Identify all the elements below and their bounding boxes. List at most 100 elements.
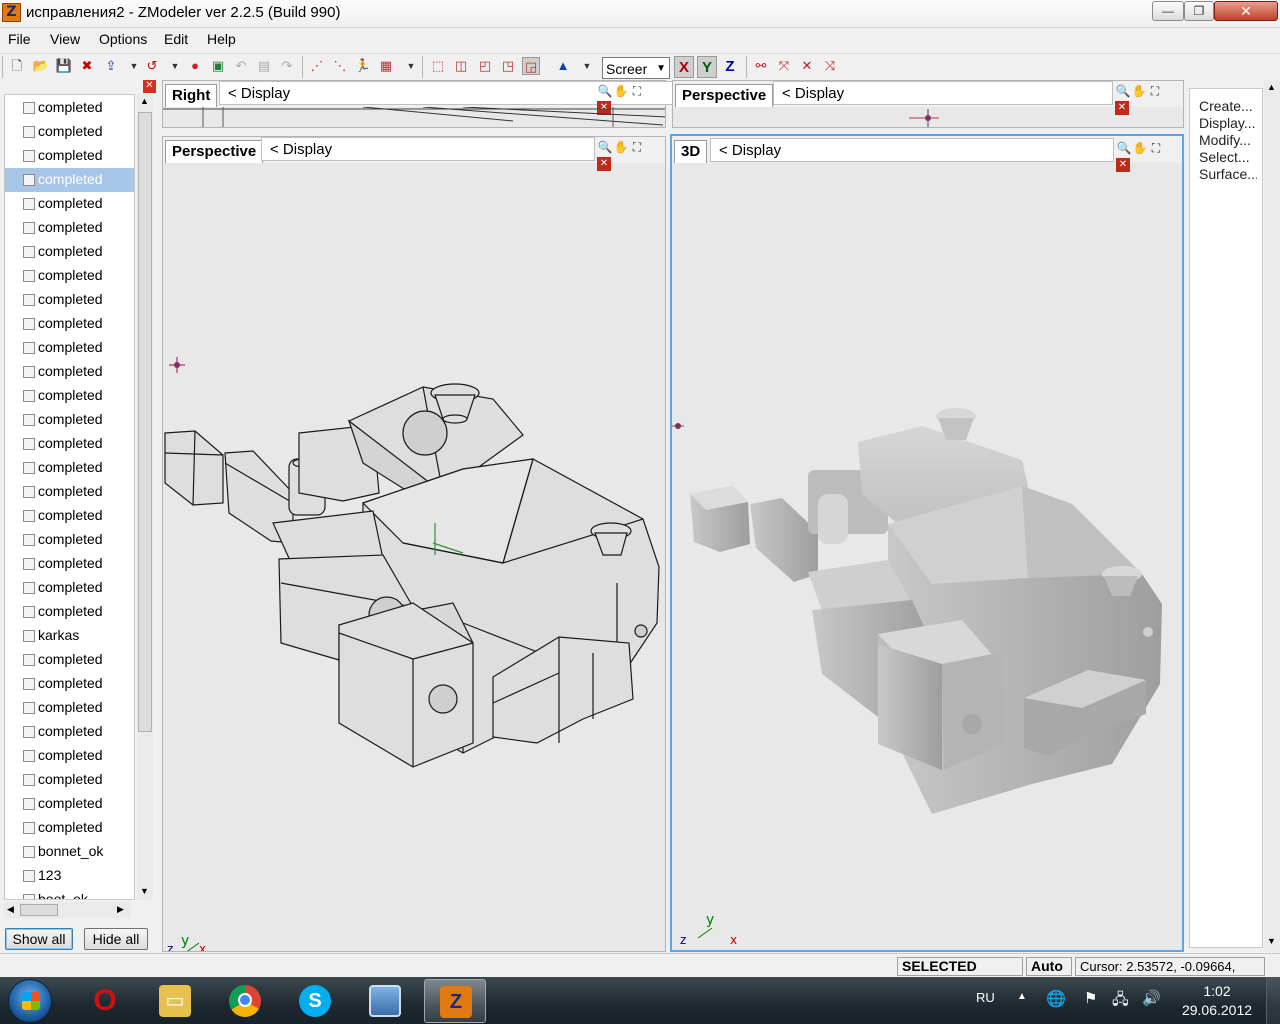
viewport-name[interactable]: 3D [674, 140, 708, 163]
dropdown-arrow-icon[interactable]: ▼ [402, 57, 420, 75]
taskbar-opera[interactable]: O [74, 979, 136, 1023]
visibility-checkbox[interactable] [23, 486, 35, 498]
visibility-checkbox[interactable] [23, 414, 35, 426]
selected-mode-icon[interactable]: ◲ [522, 57, 540, 75]
scroll-thumb[interactable] [20, 904, 58, 916]
object-list-item[interactable]: completed [5, 360, 134, 384]
show-desktop-button[interactable] [1266, 977, 1280, 1024]
object-list-item[interactable]: completed [5, 384, 134, 408]
object-list-item[interactable]: completed [5, 96, 134, 120]
taskbar-zmodeler[interactable]: Z [424, 979, 486, 1023]
viewport-perspective[interactable]: Perspective < Display 🔍✋ ⛶✕ y z x [162, 136, 666, 952]
object-list-item[interactable]: boot_ok [5, 888, 134, 899]
language-indicator[interactable]: RU [976, 990, 995, 1005]
visibility-checkbox[interactable] [23, 750, 35, 762]
visibility-checkbox[interactable] [23, 438, 35, 450]
object-list-item[interactable]: completed [5, 480, 134, 504]
menu-edit[interactable]: Edit [164, 31, 188, 47]
scroll-down-icon[interactable]: ▼ [140, 886, 149, 896]
visibility-checkbox[interactable] [23, 198, 35, 210]
zoom-icon[interactable]: 🔍 [1116, 141, 1132, 155]
viewport-perspective-top[interactable]: Perspective < Display 🔍✋ ⛶✕ [672, 80, 1184, 128]
taskbar-chrome[interactable] [214, 979, 276, 1023]
pan-hand-icon[interactable]: ✋ [613, 84, 629, 98]
visibility-checkbox[interactable] [23, 606, 35, 618]
pan-hand-icon[interactable]: ✋ [1131, 84, 1147, 98]
visibility-checkbox[interactable] [23, 582, 35, 594]
command-select[interactable]: Select... [1199, 149, 1257, 165]
menu-view[interactable]: View [50, 31, 80, 47]
viewport-canvas[interactable]: y z x [672, 164, 1182, 950]
dropdown-arrow-icon[interactable]: ▼ [578, 57, 596, 75]
display-dropdown[interactable]: < Display [710, 138, 1114, 162]
attach-icon[interactable]: ⚯ [752, 57, 770, 75]
cone-primitive-icon[interactable]: ▲ [554, 57, 572, 75]
record-icon[interactable]: ● [186, 57, 204, 75]
axis-y-toggle[interactable]: Y [697, 56, 717, 78]
command-create[interactable]: Create... [1199, 98, 1257, 114]
zoom-icon[interactable]: 🔍 [597, 84, 613, 98]
vertex-mode-icon[interactable]: ⬚ [429, 57, 447, 75]
hide-all-button[interactable]: Hide all [84, 928, 148, 950]
zoom-icon[interactable]: 🔍 [597, 140, 613, 154]
object-list-item[interactable]: completed [5, 240, 134, 264]
menu-help[interactable]: Help [207, 31, 236, 47]
visibility-checkbox[interactable] [23, 510, 35, 522]
viewport-right[interactable]: Right < Display 🔍✋ ⛶✕ [162, 80, 753, 128]
zmodeler-app-icon[interactable]: Z [2, 3, 21, 22]
dropdown-arrow-icon[interactable]: ▼ [166, 57, 184, 75]
visibility-checkbox[interactable] [23, 654, 35, 666]
object-list-item[interactable]: completed [5, 528, 134, 552]
command-panel-scrollbar[interactable]: ▲ ▼ [1264, 80, 1280, 952]
action-center-flag-icon[interactable]: ⚑ [1084, 989, 1097, 1007]
pan-hand-icon[interactable]: ✋ [1132, 141, 1148, 155]
object-list-item[interactable]: completed [5, 120, 134, 144]
undo-icon[interactable]: ↺ [143, 57, 161, 75]
visibility-checkbox[interactable] [23, 174, 35, 186]
face-mode-icon[interactable]: ◰ [476, 57, 494, 75]
object-list-item[interactable]: completed [5, 288, 134, 312]
taskbar-explorer[interactable]: ▭ [144, 979, 206, 1023]
visibility-checkbox[interactable] [23, 678, 35, 690]
viewport-name[interactable]: Perspective [165, 140, 264, 163]
close-window-button[interactable]: ✕ [1214, 1, 1278, 21]
object-list-item[interactable]: completed [5, 312, 134, 336]
display-dropdown[interactable]: < Display [773, 81, 1113, 105]
visibility-checkbox[interactable] [23, 462, 35, 474]
object-mode-icon[interactable]: ◳ [499, 57, 517, 75]
command-display[interactable]: Display... [1199, 115, 1257, 131]
auto-status[interactable]: Auto [1026, 957, 1072, 976]
visibility-checkbox[interactable] [23, 558, 35, 570]
visibility-checkbox[interactable] [23, 702, 35, 714]
display-dropdown[interactable]: < Display [261, 137, 595, 161]
maximize-viewport-icon[interactable]: ⛶ [629, 84, 645, 99]
visibility-checkbox[interactable] [23, 150, 35, 162]
show-all-button[interactable]: Show all [5, 928, 73, 950]
object-list-item[interactable]: completed [5, 408, 134, 432]
volume-icon[interactable]: 🔊 [1142, 989, 1161, 1007]
object-list-item[interactable]: completed [5, 456, 134, 480]
mirror-axis-icon[interactable]: ⤧ [775, 57, 793, 75]
object-list-vertical-scrollbar[interactable]: ▲ ▼ [137, 94, 153, 900]
visibility-checkbox[interactable] [23, 294, 35, 306]
maximize-viewport-icon[interactable]: ⛶ [629, 140, 645, 155]
visibility-checkbox[interactable] [23, 726, 35, 738]
object-list-horizontal-scrollbar[interactable]: ◀ ▶ [4, 902, 131, 918]
object-list-item[interactable]: completed [5, 432, 134, 456]
taskbar-image-viewer[interactable] [354, 979, 416, 1023]
visibility-checkbox[interactable] [23, 318, 35, 330]
axis-x-toggle[interactable]: X [674, 56, 694, 78]
maximize-viewport-icon[interactable]: ⛶ [1147, 84, 1163, 99]
dropdown-arrow-icon[interactable]: ▼ [125, 57, 143, 75]
import-icon[interactable]: ⇪ [102, 57, 120, 75]
command-surface[interactable]: Surface... [1199, 166, 1257, 182]
visibility-checkbox[interactable] [23, 126, 35, 138]
visibility-checkbox[interactable] [23, 270, 35, 282]
object-list-item[interactable]: completed [5, 696, 134, 720]
visibility-checkbox[interactable] [23, 894, 35, 899]
minimize-button[interactable]: — [1152, 1, 1184, 21]
object-list-item[interactable]: completed [5, 768, 134, 792]
visibility-checkbox[interactable] [23, 798, 35, 810]
rotate-axis-icon[interactable]: ⤨ [821, 57, 839, 75]
viewport-3d[interactable]: 3D < Display 🔍✋ ⛶✕ y z x [670, 134, 1184, 952]
